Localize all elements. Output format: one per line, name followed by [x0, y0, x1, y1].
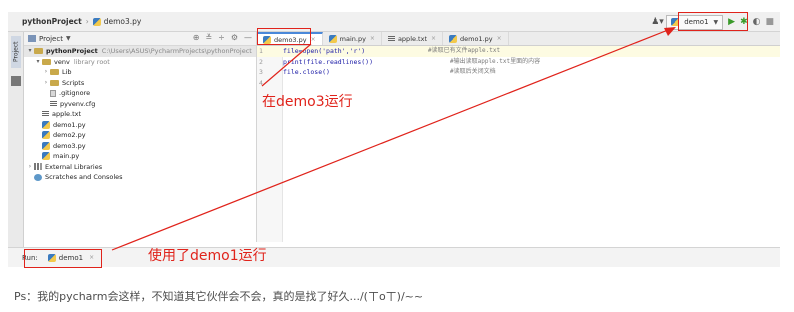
- navigation-bar: pythonProject › demo3.py ♟▾ demo1 ▼ ▶ ✱ …: [8, 12, 780, 32]
- project-panel-tools: ⊕ ≚ ÷ ⚙ —: [193, 33, 252, 42]
- tree-item-external-libraries[interactable]: › External Libraries: [24, 162, 256, 173]
- project-panel-header: Project ▼ ⊕ ≚ ÷ ⚙ —: [24, 32, 256, 46]
- project-tool-tab[interactable]: Project: [11, 36, 21, 68]
- annotation-bottom-note: 使用了demo1运行: [148, 248, 267, 264]
- breadcrumb-separator: ›: [85, 17, 89, 26]
- project-view-icon: [28, 35, 36, 42]
- config-file-icon: [50, 100, 57, 107]
- debug-icon[interactable]: ✱: [740, 17, 748, 27]
- code-lines[interactable]: 1 file=open('path','r') #读取已有文件apple.txt…: [257, 46, 780, 88]
- chevron-down-icon: ▼: [713, 18, 719, 26]
- screenshot-root: pythonProject › demo3.py ♟▾ demo1 ▼ ▶ ✱ …: [0, 0, 794, 312]
- expanded-arrow-icon[interactable]: ▾: [34, 57, 42, 68]
- run-tool-window-bar: Run: demo1 ×: [8, 247, 780, 267]
- folder-icon: [50, 79, 59, 86]
- python-file-icon: [92, 17, 101, 26]
- file-icon: [50, 89, 56, 97]
- library-icon: [34, 163, 42, 171]
- close-icon[interactable]: ×: [370, 35, 375, 42]
- tab-apple-txt[interactable]: apple.txt ×: [382, 32, 444, 45]
- run-tab-demo1[interactable]: demo1 ×: [47, 253, 94, 262]
- code-line[interactable]: 3 file.close() #读取后关闭文档: [257, 67, 780, 78]
- tree-item-lib[interactable]: › Lib: [24, 67, 256, 78]
- close-icon[interactable]: ×: [89, 254, 94, 261]
- stop-icon[interactable]: ■: [765, 17, 774, 27]
- caption-text: Ps：我的pycharm会这样，不知道其它伙伴会不会，真的是找了好久.../(ㄒ…: [14, 290, 424, 303]
- tree-item-venv[interactable]: ▾ venv library root: [24, 57, 256, 68]
- breadcrumb-project[interactable]: pythonProject: [22, 17, 82, 26]
- folder-icon: [34, 48, 43, 55]
- python-file-icon: [42, 120, 50, 129]
- tree-item-demo3-py[interactable]: demo3.py: [24, 141, 256, 152]
- run-label: Run:: [22, 253, 38, 262]
- tab-main-py[interactable]: main.py ×: [323, 32, 382, 45]
- collapsed-arrow-icon[interactable]: ›: [26, 162, 34, 173]
- folder-icon: [50, 69, 59, 76]
- tree-item-pyvenv-cfg[interactable]: pyvenv.cfg: [24, 99, 256, 110]
- tree-item-apple-txt[interactable]: apple.txt: [24, 109, 256, 120]
- code-line[interactable]: 1 file=open('path','r') #读取已有文件apple.txt: [257, 46, 780, 57]
- user-icon[interactable]: ♟▾: [651, 17, 664, 27]
- close-icon[interactable]: ×: [311, 36, 316, 43]
- python-file-icon: [47, 253, 56, 262]
- expand-icon[interactable]: ÷: [218, 33, 225, 42]
- text-file-icon: [387, 35, 395, 42]
- text-file-icon: [42, 111, 49, 118]
- tree-item-pythonproject[interactable]: ▾ pythonProject C:\Users\ASUS\PycharmPro…: [24, 46, 256, 57]
- annotation-top-note: 在demo3运行: [262, 94, 353, 110]
- python-file-icon: [42, 141, 50, 150]
- run-configuration-selector[interactable]: demo1 ▼: [666, 14, 724, 30]
- coverage-icon[interactable]: ◐: [753, 17, 761, 27]
- tree-item-demo1-py[interactable]: demo1.py: [24, 120, 256, 131]
- close-icon[interactable]: ×: [497, 35, 502, 42]
- left-tool-strip: Project: [8, 32, 24, 267]
- run-configuration-label: demo1: [684, 18, 709, 26]
- collapsed-arrow-icon[interactable]: ›: [42, 67, 50, 78]
- tree-item-scratches[interactable]: Scratches and Consoles: [24, 172, 256, 183]
- tree-item-demo2-py[interactable]: demo2.py: [24, 130, 256, 141]
- editor-tabs: demo3.py × main.py × apple.txt × demo1.p…: [257, 32, 780, 46]
- close-icon[interactable]: ×: [431, 35, 436, 42]
- python-file-icon: [328, 34, 337, 43]
- project-panel: Project ▼ ⊕ ≚ ÷ ⚙ — ▾ pythonProject C:\U…: [24, 32, 257, 242]
- tree-item-gitignore[interactable]: .gitignore: [24, 88, 256, 99]
- run-toolbar: ♟▾ demo1 ▼ ▶ ✱ ◐ ■: [651, 14, 774, 30]
- tree-item-scripts[interactable]: › Scripts: [24, 78, 256, 89]
- locate-icon[interactable]: ⊕: [193, 33, 200, 42]
- hide-icon[interactable]: —: [244, 33, 252, 42]
- tree-item-main-py[interactable]: main.py: [24, 151, 256, 162]
- run-icon[interactable]: ▶: [728, 17, 735, 27]
- code-line[interactable]: 2 print(file.readlines()) #输出读取apple.txt…: [257, 57, 780, 68]
- code-line[interactable]: 4: [257, 78, 780, 89]
- project-tree: ▾ pythonProject C:\Users\ASUS\PycharmPro…: [24, 46, 256, 183]
- python-file-icon: [449, 34, 458, 43]
- structure-tool-tab[interactable]: [11, 76, 21, 86]
- project-view-selector[interactable]: Project: [39, 35, 63, 43]
- settings-gear-icon[interactable]: ⚙: [231, 33, 238, 42]
- code-editor: demo3.py × main.py × apple.txt × demo1.p…: [257, 32, 780, 242]
- tab-demo3-py[interactable]: demo3.py ×: [257, 32, 323, 45]
- chevron-down-icon[interactable]: ▼: [66, 35, 71, 42]
- collapsed-arrow-icon[interactable]: ›: [42, 78, 50, 89]
- tab-demo1-py[interactable]: demo1.py ×: [443, 32, 509, 45]
- folder-icon: [42, 58, 51, 65]
- collapse-all-icon[interactable]: ≚: [205, 33, 212, 42]
- python-file-icon: [42, 131, 50, 140]
- scratches-icon: [34, 173, 42, 181]
- python-file-icon: [671, 18, 680, 26]
- python-file-icon: [42, 152, 50, 161]
- breadcrumb-file[interactable]: demo3.py: [104, 17, 142, 26]
- python-file-icon: [263, 35, 271, 44]
- expanded-arrow-icon[interactable]: ▾: [26, 46, 34, 57]
